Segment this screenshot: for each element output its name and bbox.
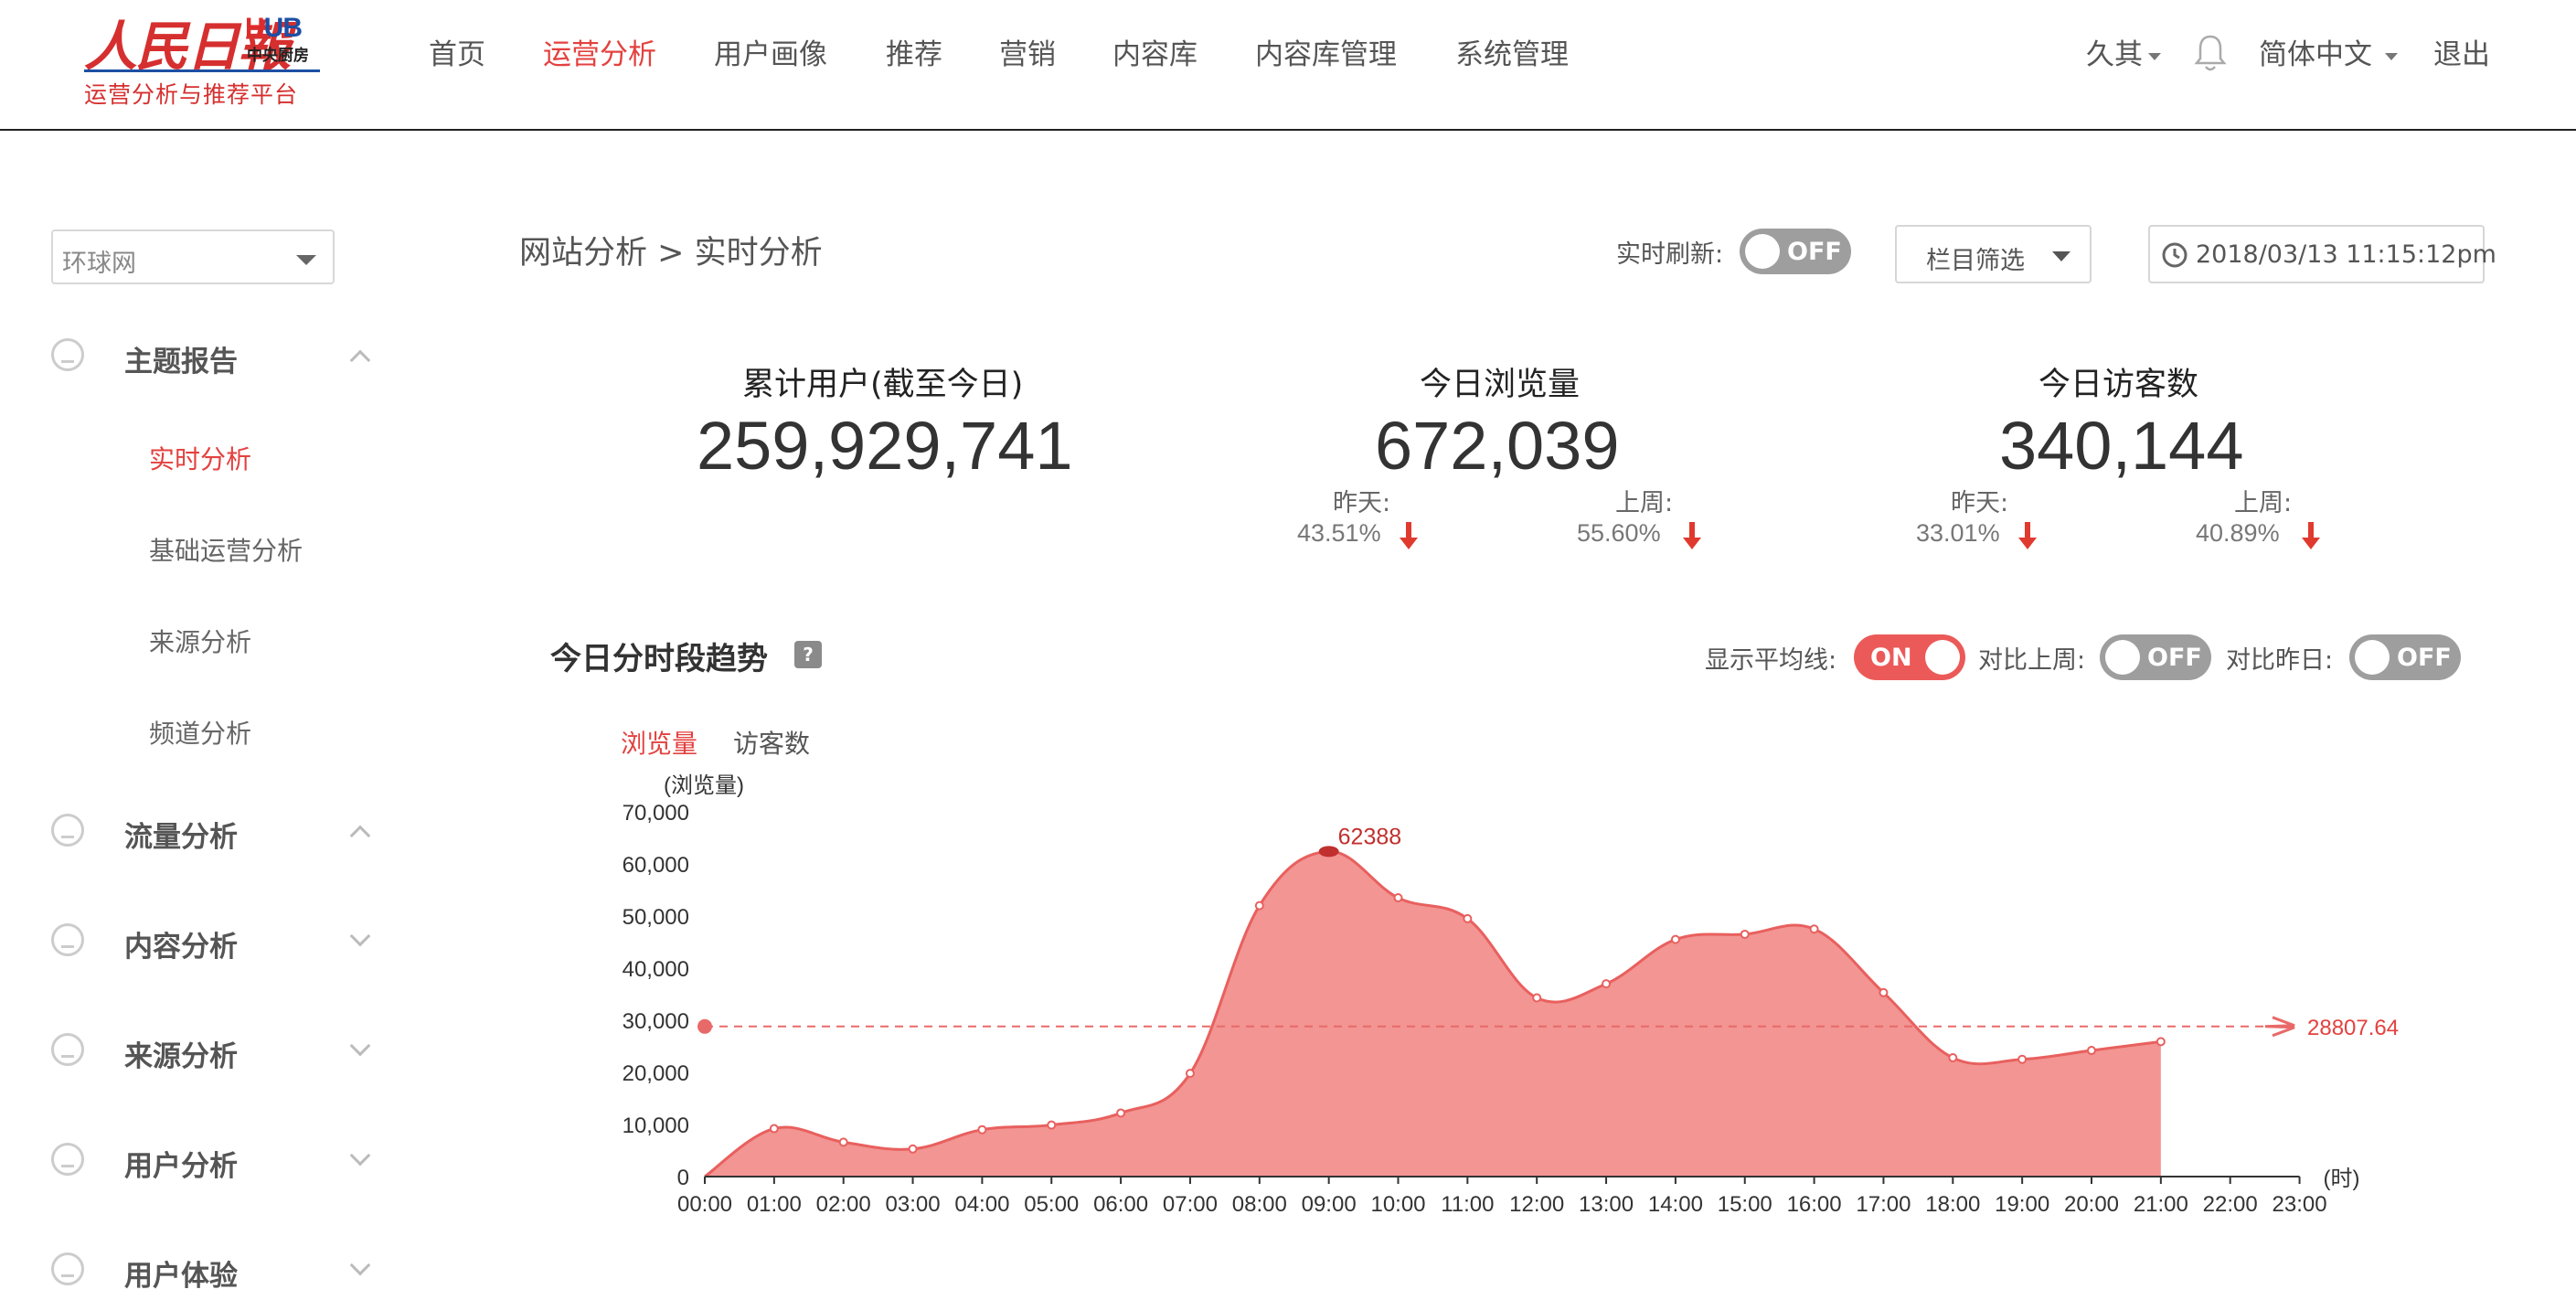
y-tick-label: 30,000 — [623, 1009, 689, 1034]
x-tick-label: 14:00 — [1648, 1192, 1703, 1217]
x-tick-label: 22:00 — [2203, 1192, 2258, 1217]
data-point — [2156, 1037, 2166, 1047]
y-tick-label: 0 — [677, 1166, 689, 1190]
average-arrow-icon — [2264, 1016, 2295, 1038]
data-point — [1602, 979, 1612, 989]
data-point — [769, 1124, 779, 1134]
x-tick-label: 07:00 — [1163, 1192, 1218, 1217]
y-tick-label: 60,000 — [623, 853, 689, 878]
y-tick-label: 40,000 — [623, 957, 689, 982]
data-point — [1948, 1053, 1958, 1063]
data-point — [1185, 1069, 1195, 1079]
data-point — [1116, 1108, 1126, 1118]
data-point — [1670, 934, 1680, 944]
x-tick-label: 04:00 — [954, 1192, 1009, 1217]
x-tick-label: 09:00 — [1302, 1192, 1357, 1217]
x-tick-label: 20:00 — [2064, 1192, 2119, 1217]
y-axis-label: (浏览量) — [664, 773, 744, 798]
data-point — [838, 1137, 848, 1147]
x-tick-label: 06:00 — [1093, 1192, 1148, 1217]
x-tick-label: 13:00 — [1579, 1192, 1634, 1217]
data-point — [1879, 987, 1889, 997]
x-tick-label: 11:00 — [1441, 1192, 1494, 1217]
x-tick-label: 10:00 — [1370, 1192, 1425, 1217]
data-point — [1532, 993, 1542, 1003]
y-tick-label: 50,000 — [623, 905, 689, 930]
x-tick-label: 19:00 — [1995, 1192, 2049, 1217]
x-tick-label: 23:00 — [2273, 1192, 2327, 1217]
data-point — [1809, 924, 1819, 934]
data-point — [2017, 1054, 2028, 1064]
y-tick-label: 70,000 — [623, 801, 689, 826]
x-tick-label: 02:00 — [816, 1192, 871, 1217]
data-point — [1393, 893, 1403, 903]
average-label: 28807.64 — [2307, 1016, 2399, 1040]
x-tick-label: 08:00 — [1232, 1192, 1287, 1217]
x-tick-label: 03:00 — [886, 1192, 941, 1217]
x-tick-label: 17:00 — [1856, 1192, 1911, 1217]
x-tick-label: 00:00 — [677, 1192, 732, 1217]
data-point — [1463, 913, 1473, 923]
area-fill — [705, 851, 2161, 1177]
peak-label: 62388 — [1338, 824, 1402, 849]
y-tick-label: 10,000 — [623, 1114, 689, 1138]
trend-area-chart: 00:00 01:00 02:00 03:00 04:00 05:00 06:00 07:00… — [623, 773, 2400, 1217]
x-tick-label: 21:00 — [2134, 1192, 2188, 1217]
x-tick-label: 15:00 — [1718, 1192, 1772, 1217]
data-point — [2087, 1046, 2096, 1056]
data-point — [977, 1124, 987, 1135]
data-point — [908, 1144, 918, 1154]
x-tick-label: 01:00 — [747, 1192, 802, 1217]
x-axis-label: (时) — [2324, 1167, 2360, 1191]
x-tick-label: 16:00 — [1787, 1192, 1842, 1217]
data-point — [1254, 900, 1264, 911]
peak-marker — [1318, 846, 1339, 858]
x-tick-label: 05:00 — [1024, 1192, 1079, 1217]
x-tick-label: 18:00 — [1925, 1192, 1980, 1217]
y-tick-label: 20,000 — [623, 1061, 689, 1086]
x-tick-label: 12:00 — [1509, 1192, 1564, 1217]
data-point — [1740, 929, 1750, 939]
data-point — [1047, 1120, 1057, 1130]
